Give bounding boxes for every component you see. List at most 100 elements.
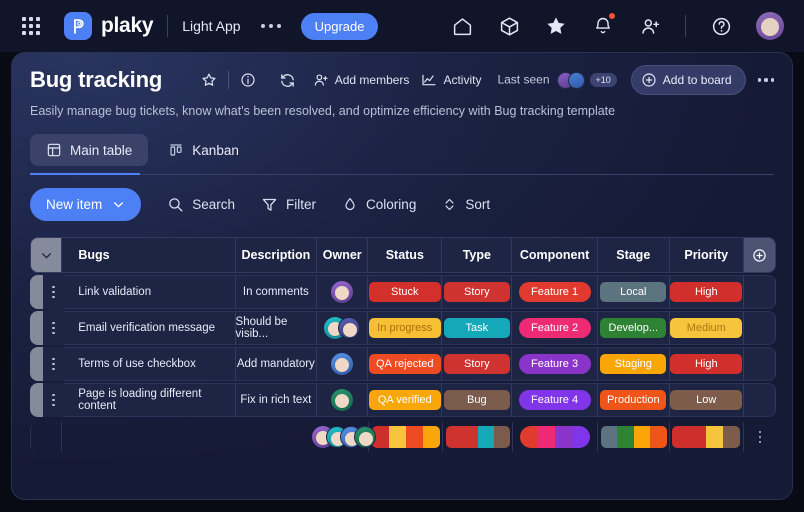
last-seen-avatars[interactable] [557, 72, 585, 89]
cell-component[interactable]: Feature 2 [512, 311, 597, 345]
table-row[interactable]: Email verification message Should be vis… [30, 311, 776, 345]
summary-more-menu[interactable] [744, 422, 776, 452]
cell-type[interactable]: Task [442, 311, 512, 345]
summary-owner-avatars[interactable] [315, 422, 369, 452]
cell-component[interactable]: Feature 3 [512, 347, 597, 381]
filter-icon [261, 196, 278, 213]
avatar [331, 353, 353, 375]
new-item-button[interactable]: New item [30, 188, 141, 221]
column-header-bugs[interactable]: Bugs [62, 237, 235, 273]
cube-icon[interactable] [497, 14, 521, 38]
cell-description[interactable]: Add mandatory [236, 347, 318, 381]
coloring-drop-icon [342, 196, 358, 213]
table-row[interactable]: Terms of use checkbox Add mandatory QA r… [30, 347, 776, 381]
brand-logo[interactable]: plaky [64, 12, 153, 40]
cell-status[interactable]: Stuck [368, 275, 442, 309]
home-icon[interactable] [450, 14, 474, 38]
cell-description[interactable]: Should be visib... [236, 311, 318, 345]
cell-owner[interactable] [317, 347, 368, 381]
cell-type[interactable]: Story [442, 347, 512, 381]
info-icon[interactable] [235, 67, 261, 93]
workspace-selector[interactable]: Light App [182, 18, 240, 34]
column-header-description[interactable]: Description [236, 237, 318, 273]
star-icon[interactable] [196, 67, 222, 93]
divider [228, 71, 229, 89]
cell-stage[interactable]: Production [598, 383, 670, 417]
row-menu-icon [52, 358, 55, 371]
collapse-group-button[interactable] [30, 237, 62, 273]
add-to-board-button[interactable]: Add to board [631, 65, 746, 95]
summary-stage-bar[interactable] [598, 422, 670, 452]
row-drag-handle[interactable] [30, 347, 62, 381]
activity-label: Activity [443, 73, 481, 87]
upgrade-button[interactable]: Upgrade [301, 13, 379, 40]
cell-bug-name[interactable]: Email verification message [62, 311, 235, 345]
search-icon [167, 196, 184, 213]
cell-owner[interactable] [317, 275, 368, 309]
apps-grid-icon[interactable] [22, 17, 40, 35]
summary-component-bar[interactable] [513, 422, 598, 452]
activity-button[interactable]: Activity [421, 72, 481, 88]
cell-description[interactable]: Fix in rich text [236, 383, 318, 417]
tab-kanban[interactable]: Kanban [152, 134, 255, 166]
summary-priority-bar[interactable] [670, 422, 744, 452]
row-drag-handle[interactable] [30, 275, 62, 309]
cell-type[interactable]: Bug [442, 383, 512, 417]
cell-bug-name[interactable]: Link validation [62, 275, 235, 309]
cell-status[interactable]: QA rejected [368, 347, 442, 381]
cell-priority[interactable]: High [670, 275, 744, 309]
column-header-stage[interactable]: Stage [598, 237, 670, 273]
table-row[interactable]: Link validation In comments Stuck Story … [30, 275, 776, 309]
column-header-status[interactable]: Status [368, 237, 442, 273]
cell-type[interactable]: Story [442, 275, 512, 309]
app-screen: plaky Light App Upgrade [0, 0, 804, 512]
search-button[interactable]: Search [167, 196, 235, 213]
last-seen-overflow-count[interactable]: +10 [590, 73, 617, 87]
cell-component[interactable]: Feature 4 [512, 383, 597, 417]
column-header-type[interactable]: Type [442, 237, 512, 273]
more-horizontal-icon[interactable] [261, 24, 281, 28]
table-row[interactable]: Page is loading different content Fix in… [30, 383, 776, 417]
cell-owner[interactable] [317, 311, 368, 345]
sort-button[interactable]: Sort [442, 196, 490, 213]
add-members-button[interactable]: Add members [313, 72, 410, 88]
add-person-icon[interactable] [638, 14, 662, 38]
star-icon[interactable] [544, 14, 568, 38]
cell-priority[interactable]: High [670, 347, 744, 381]
bell-icon[interactable] [591, 14, 615, 38]
cell-priority[interactable]: Low [670, 383, 744, 417]
help-icon[interactable] [709, 14, 733, 38]
column-header-priority[interactable]: Priority [670, 237, 744, 273]
brand-name: plaky [101, 14, 153, 38]
summary-type-bar[interactable] [443, 422, 513, 452]
user-avatar[interactable] [756, 12, 784, 40]
cell-status[interactable]: QA verified [368, 383, 442, 417]
plaky-logo-icon [64, 12, 92, 40]
cell-bug-name[interactable]: Page is loading different content [62, 383, 235, 417]
cell-bug-name[interactable]: Terms of use checkbox [62, 347, 235, 381]
cell-status[interactable]: In progress [368, 311, 442, 345]
column-header-owner[interactable]: Owner [317, 237, 368, 273]
row-drag-handle[interactable] [30, 383, 62, 417]
tab-main-table[interactable]: Main table [30, 134, 148, 166]
summary-status-bar[interactable] [369, 422, 443, 452]
cell-component[interactable]: Feature 1 [512, 275, 597, 309]
cell-priority[interactable]: Medium [670, 311, 744, 345]
coloring-button[interactable]: Coloring [342, 196, 416, 213]
more-horizontal-icon[interactable] [758, 78, 775, 82]
cell-stage[interactable]: Develop... [598, 311, 670, 345]
row-drag-handle[interactable] [30, 311, 62, 345]
column-header-component[interactable]: Component [512, 237, 597, 273]
filter-button[interactable]: Filter [261, 196, 316, 213]
stage-badge: Local [600, 282, 666, 302]
cell-owner[interactable] [317, 383, 368, 417]
cell-stage[interactable]: Staging [598, 347, 670, 381]
cell-description[interactable]: In comments [236, 275, 318, 309]
activity-refresh-icon[interactable] [275, 67, 301, 93]
add-column-button[interactable] [744, 237, 776, 273]
summary-spacer [234, 422, 315, 452]
cell-stage[interactable]: Local [598, 275, 670, 309]
board-card: Bug tracking [11, 52, 793, 500]
page-title: Bug tracking [30, 67, 162, 93]
priority-badge: Medium [670, 318, 742, 338]
